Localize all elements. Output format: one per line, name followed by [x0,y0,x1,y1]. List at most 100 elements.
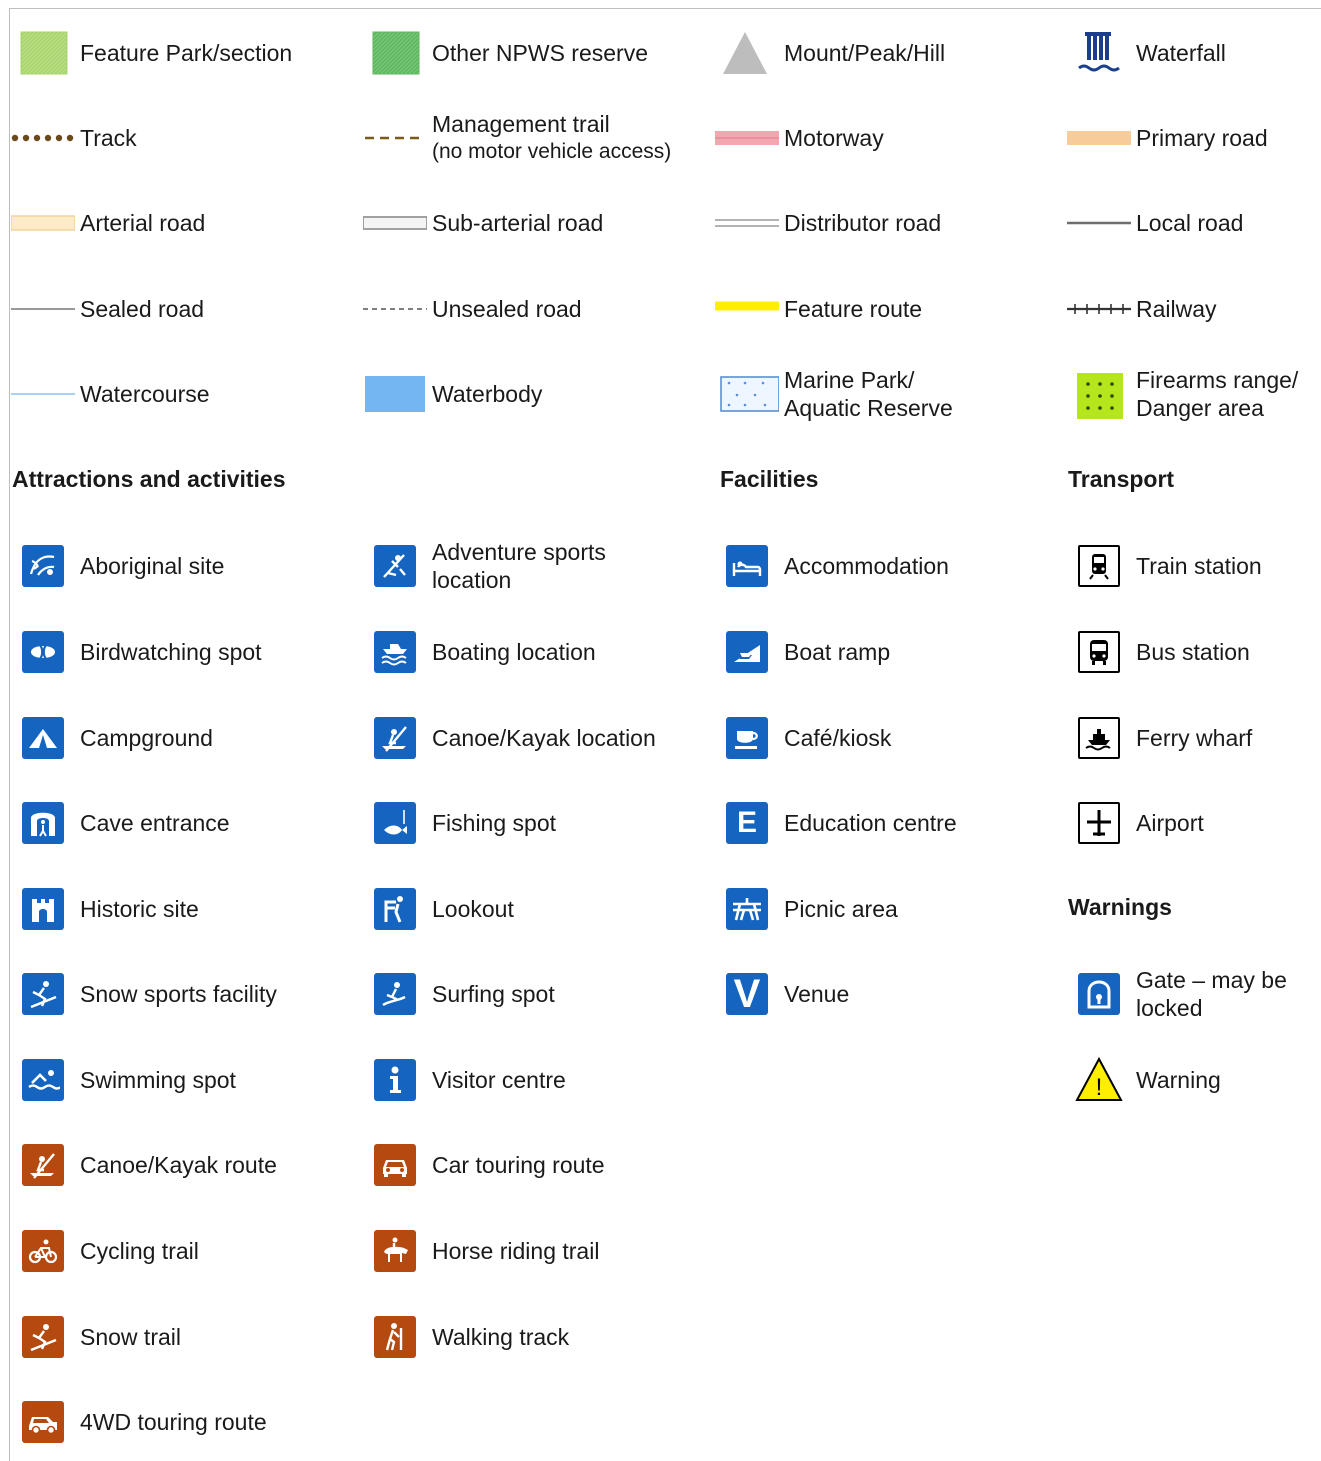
legend-label: Waterbody [428,380,542,408]
legend-label-line: Watercourse [80,381,210,407]
legend-label: Other NPWS reserve [428,39,648,67]
legend-item-lookout: Lookout [364,874,709,944]
section-heading-transport: Transport [1068,466,1175,492]
peak-triangle-icon [714,23,780,83]
legend-label: Ferry wharf [1132,724,1252,752]
legend-label-line: Café/kiosk [784,725,892,751]
legend-item-npws-reserve: Other NPWS reserve [362,18,709,88]
legend-item-railway: Railway [1067,274,1321,344]
legend-label: Car touring route [428,1151,605,1179]
legend-label: Visitor centre [428,1066,566,1094]
legend-label-line: Aquatic Reserve [784,395,953,421]
legend-label-line: Sealed road [80,296,205,322]
legend-item-canoe-kayak-route: Canoe/Kayak route [12,1130,357,1200]
legend-label-line: Adventure sports [432,539,606,565]
legend-item-train-station: Train station [1068,531,1321,601]
feature-park-swatch [10,23,76,83]
legend-label: Management trail (no motor vehicle access… [428,110,671,166]
waterfall-icon [1066,23,1132,83]
marine-park-swatch [714,364,780,424]
birdwatching-icon [10,622,76,682]
legend-label: Warning [1132,1066,1221,1094]
management-trail-dashed-line [362,108,428,168]
legend-label-line: Management trail [432,111,610,137]
legend-label: Sealed road [76,295,204,323]
local-road-line [1066,193,1132,253]
swimming-spot-icon [10,1050,76,1110]
4wd-touring-route-icon [10,1392,76,1452]
legend-label-line: locked [1136,995,1203,1021]
legend-label: Gate – may be locked [1132,966,1287,1022]
legend-label: Fishing spot [428,809,556,837]
bus-station-icon [1066,622,1132,682]
legend-item-cave-entrance: Cave entrance [12,788,357,858]
sealed-road-line [10,279,76,339]
legend-label: Snow sports facility [76,980,277,1008]
unsealed-road-line [362,279,428,339]
legend-label-line: Surfing spot [432,981,555,1007]
legend-item-cafe-kiosk: Café/kiosk [716,703,1061,773]
legend-label-line: Lookout [432,896,514,922]
legend-label-line: Birdwatching spot [80,639,262,665]
legend-item-boating: Boating location [364,617,709,687]
legend-label: Track [76,124,137,152]
legend-item-swimming-spot: Swimming spot [12,1045,357,1115]
campground-icon [10,708,76,768]
legend-item-education-centre: E Education centre [716,788,1061,858]
legend-label-line: Fishing spot [432,810,557,836]
npws-reserve-swatch [362,23,428,83]
legend-label-line: Waterfall [1136,40,1226,66]
boating-icon [362,622,428,682]
legend-label: Arterial road [76,209,205,237]
legend-label: Aboriginal site [76,552,224,580]
legend-label: Boat ramp [780,638,890,666]
legend-label-line: Canoe/Kayak location [432,725,656,751]
legend-label-line: Arterial road [80,210,206,236]
legend-label: Feature route [780,295,922,323]
legend-label-line: Track [80,125,137,151]
legend-label: Adventure sports location [428,538,606,594]
legend-item-fishing-spot: Fishing spot [364,788,709,858]
legend-item-feature-park: Feature Park/section [10,18,357,88]
legend-label: Horse riding trail [428,1237,599,1265]
cycling-trail-icon [10,1221,76,1281]
snow-trail-icon [10,1307,76,1367]
legend-label-line: (no motor vehicle access) [432,140,672,163]
legend-label-line: Airport [1136,810,1204,836]
legend-item-watercourse: Watercourse [10,359,357,429]
ferry-wharf-icon [1066,708,1132,768]
watercourse-line [10,364,76,424]
primary-road-line [1066,108,1132,168]
legend-item-motorway: Motorway [715,103,1061,173]
train-station-icon [1066,536,1132,596]
section-heading-facilities: Facilities [720,466,819,492]
historic-site-icon [10,879,76,939]
canoe-kayak-route-icon [10,1135,76,1195]
legend-item-gate-locked: Gate – may be locked [1068,959,1321,1029]
legend-item-walking-track: Walking track [364,1302,709,1372]
airport-icon [1066,793,1132,853]
visitor-centre-icon [362,1050,428,1110]
legend-item-waterfall: Waterfall [1068,18,1321,88]
legend-item-snow-trail: Snow trail [12,1302,357,1372]
legend-label: Birdwatching spot [76,638,262,666]
legend-item-waterbody: Waterbody [364,359,709,429]
canoe-kayak-location-icon [362,708,428,768]
legend-label: Lookout [428,895,514,923]
legend-label-line: Accommodation [784,553,949,579]
surfing-spot-icon [362,964,428,1024]
legend-label-line: Ferry wharf [1136,725,1253,751]
section-heading-attractions-and-activities: Attractions and activities [12,466,286,492]
legend-label: Campground [76,724,213,752]
legend-label-line: Historic site [80,896,199,922]
warning-triangle-icon: ! [1066,1050,1132,1110]
legend-label-line: Walking track [432,1324,570,1350]
legend-item-historic-site: Historic site [12,874,357,944]
legend-item-adventure-sports: Adventure sports location [364,531,709,601]
cave-entrance-icon [10,793,76,853]
waterbody-swatch [362,364,428,424]
track-dotted-line [10,108,76,168]
legend-label-line: Snow trail [80,1324,181,1350]
legend-label: Feature Park/section [76,39,292,67]
legend-label-line: Snow sports facility [80,981,277,1007]
